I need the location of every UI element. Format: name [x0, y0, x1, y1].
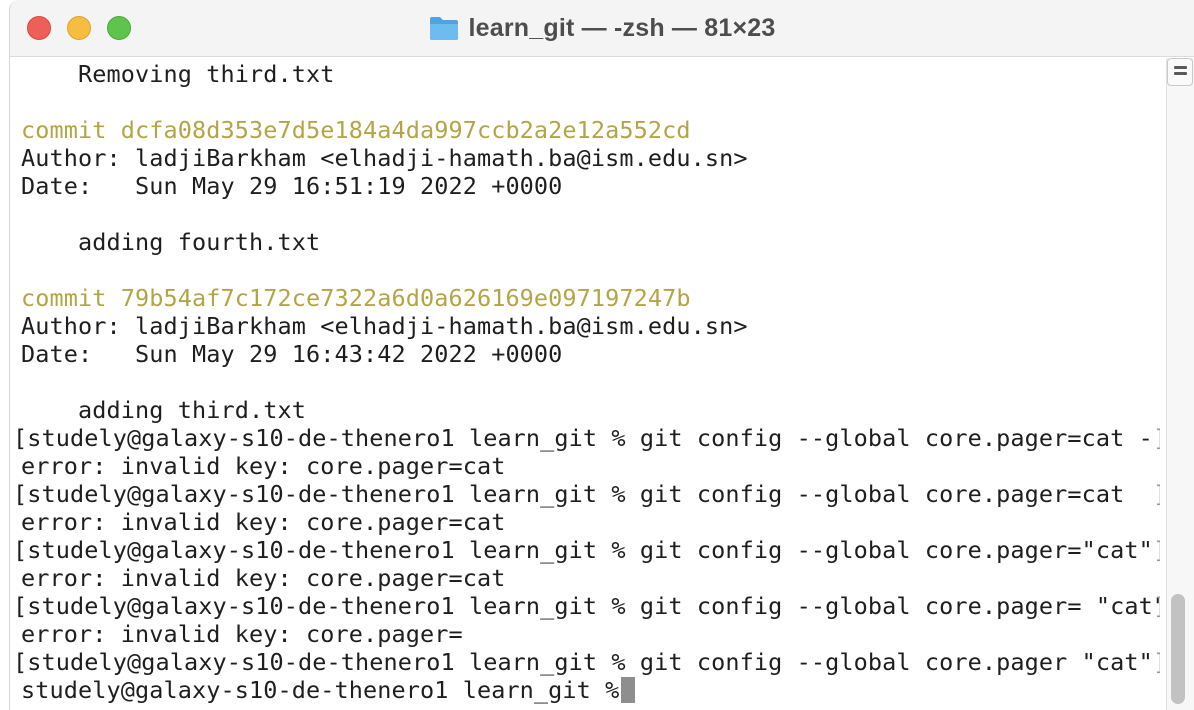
output-line: error: invalid key: core.pager=cat: [21, 452, 506, 480]
line-wrap-bracket: ]: [1153, 480, 1160, 508]
output-line: Author: ladjiBarkham <elhadji-hamath.ba@…: [21, 144, 748, 172]
command-line: [studely@galaxy-s10-de-thenero1 learn_gi…: [13, 480, 1125, 508]
text-cursor: [621, 677, 635, 703]
scrollbar-thumb[interactable]: [1171, 594, 1185, 704]
current-prompt-line: studely@galaxy-s10-de-thenero1 learn_git…: [21, 676, 634, 704]
output-line: error: invalid key: core.pager=: [21, 620, 463, 648]
terminal-output[interactable]: Removing third.txt commit dcfa08d353e7d5e…: [10, 58, 1160, 710]
output-line: Removing third.txt: [21, 60, 335, 88]
command-line: [studely@galaxy-s10-de-thenero1 learn_gi…: [13, 536, 1153, 564]
commit-line: commit 79b54af7c172ce7322a6d0a626169e097…: [21, 284, 691, 312]
command-line: [studely@galaxy-s10-de-thenero1 learn_gi…: [13, 424, 1153, 452]
output-line: Date: Sun May 29 16:51:19 2022 +0000: [21, 172, 563, 200]
output-line: error: invalid key: core.pager=cat: [21, 564, 506, 592]
output-line: Date: Sun May 29 16:43:42 2022 +0000: [21, 340, 563, 368]
scrollback-menu-icon[interactable]: [1167, 58, 1193, 86]
line-wrap-bracket: ]: [1153, 536, 1160, 564]
output-line: adding fourth.txt: [21, 228, 321, 256]
command-line: [studely@galaxy-s10-de-thenero1 learn_gi…: [13, 592, 1160, 620]
window-title: learn_git — -zsh — 81×23: [468, 13, 776, 42]
line-wrap-bracket: ]: [1153, 592, 1160, 620]
output-line: adding third.txt: [21, 396, 306, 424]
terminal-window: learn_git — -zsh — 81×23 Removing third.…: [9, 0, 1194, 710]
command-line: [studely@galaxy-s10-de-thenero1 learn_gi…: [13, 648, 1153, 676]
output-line: error: invalid key: core.pager=cat: [21, 508, 506, 536]
title-bar[interactable]: learn_git — -zsh — 81×23: [10, 0, 1194, 57]
window-title-group: learn_git — -zsh — 81×23: [10, 12, 1194, 44]
commit-line: commit dcfa08d353e7d5e184a4da997ccb2a2e1…: [21, 116, 691, 144]
output-line: Author: ladjiBarkham <elhadji-hamath.ba@…: [21, 312, 748, 340]
line-wrap-bracket: ]: [1153, 648, 1160, 676]
folder-icon[interactable]: [429, 15, 459, 41]
line-wrap-bracket: ]: [1153, 424, 1160, 452]
